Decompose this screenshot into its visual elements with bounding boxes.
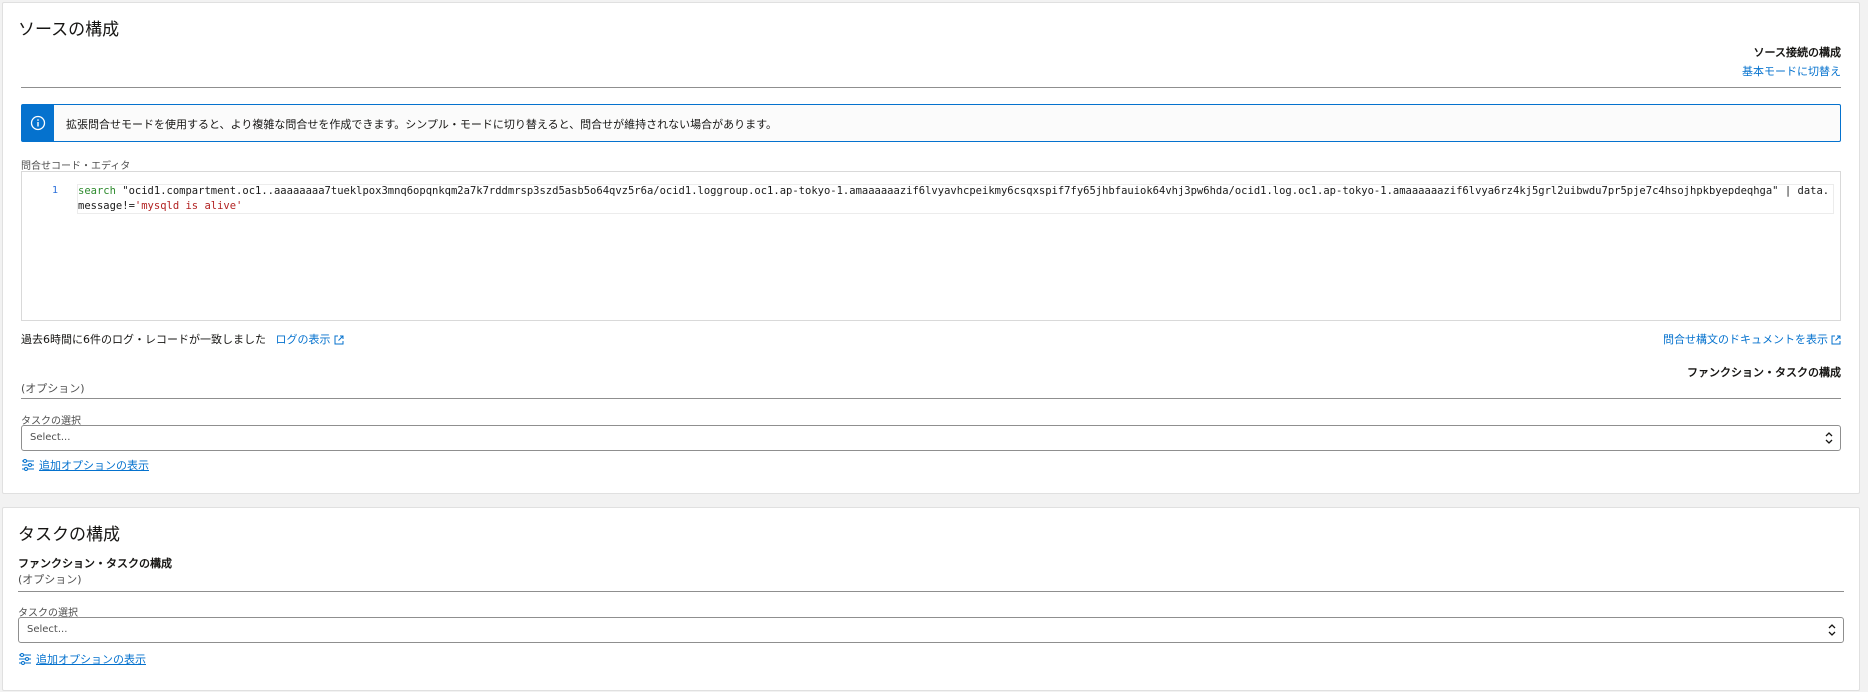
view-logs-label: ログの表示 [275, 333, 331, 346]
query-syntax-docs-link[interactable]: 問合せ構文のドキュメントを表示 [1663, 331, 1841, 347]
sliders-icon [19, 653, 31, 665]
code-keyword: search [78, 185, 116, 197]
match-status-text: 過去6時間に6件のログ・レコードが一致しました [21, 333, 266, 346]
show-more-options-label: 追加オプションの表示 [36, 653, 146, 666]
optional-text: (オプション) [21, 382, 85, 395]
sliders-icon [22, 459, 34, 471]
divider [21, 398, 1841, 399]
code-target: "ocid1.compartment.oc1..aaaaaaaa7tueklpo… [122, 185, 1779, 197]
code-filter-value: 'mysqld is alive' [134, 200, 243, 212]
match-status-row: 過去6時間に6件のログ・レコードが一致しました ログの表示 [21, 331, 344, 347]
info-message: 拡張問合せモードを使用すると、より複雑な問合せを作成できます。シンプル・モードに… [66, 118, 778, 131]
task-select-placeholder: Select... [27, 624, 68, 635]
info-banner: 拡張問合せモードを使用すると、より複雑な問合せを作成できます。シンプル・モードに… [21, 104, 1841, 142]
source-connection-header: ソース接続の構成 基本モードに切替え [1742, 44, 1841, 79]
optional-text: (オプション) [18, 573, 82, 586]
divider [18, 591, 1844, 592]
function-task-header: ファンクション・タスクの構成 [18, 557, 172, 570]
task-select[interactable]: Select... [21, 425, 1841, 451]
task-config-title: タスクの構成 [18, 525, 120, 545]
show-more-options-link[interactable]: 追加オプションの表示 [18, 651, 146, 667]
external-link-icon [1831, 335, 1841, 345]
view-logs-link[interactable]: ログの表示 [276, 333, 344, 346]
info-icon [22, 105, 54, 141]
task-config-panel: タスクの構成 ファンクション・タスクの構成 (オプション) タスクの選択 Sel… [2, 507, 1860, 691]
line-number: 1 [52, 185, 59, 196]
divider [21, 87, 1841, 88]
code-line[interactable]: search "ocid1.compartment.oc1..aaaaaaaa7… [78, 184, 1834, 214]
external-link-icon [334, 335, 343, 345]
select-caret-icon [1828, 624, 1836, 636]
show-more-options-label: 追加オプションの表示 [39, 459, 149, 472]
task-select[interactable]: Select... [18, 617, 1844, 643]
query-editor-label: 問合せコード・エディタ [21, 161, 131, 172]
switch-basic-mode-link[interactable]: 基本モードに切替え [1742, 65, 1841, 78]
code-pipe: | [1784, 185, 1792, 197]
source-config-title: ソースの構成 [18, 20, 120, 40]
source-connection-title: ソース接続の構成 [1753, 46, 1841, 59]
select-caret-icon [1825, 432, 1833, 444]
query-code-editor[interactable]: 1 search "ocid1.compartment.oc1..aaaaaaa… [21, 171, 1841, 321]
function-task-header: ファンクション・タスクの構成 [1687, 366, 1841, 379]
show-more-options-link[interactable]: 追加オプションの表示 [21, 457, 149, 473]
query-syntax-docs-label: 問合せ構文のドキュメントを表示 [1663, 333, 1828, 346]
source-config-panel: ソースの構成 ソース接続の構成 基本モードに切替え 拡張問合せモードを使用すると… [2, 2, 1860, 494]
task-select-placeholder: Select... [30, 432, 71, 443]
